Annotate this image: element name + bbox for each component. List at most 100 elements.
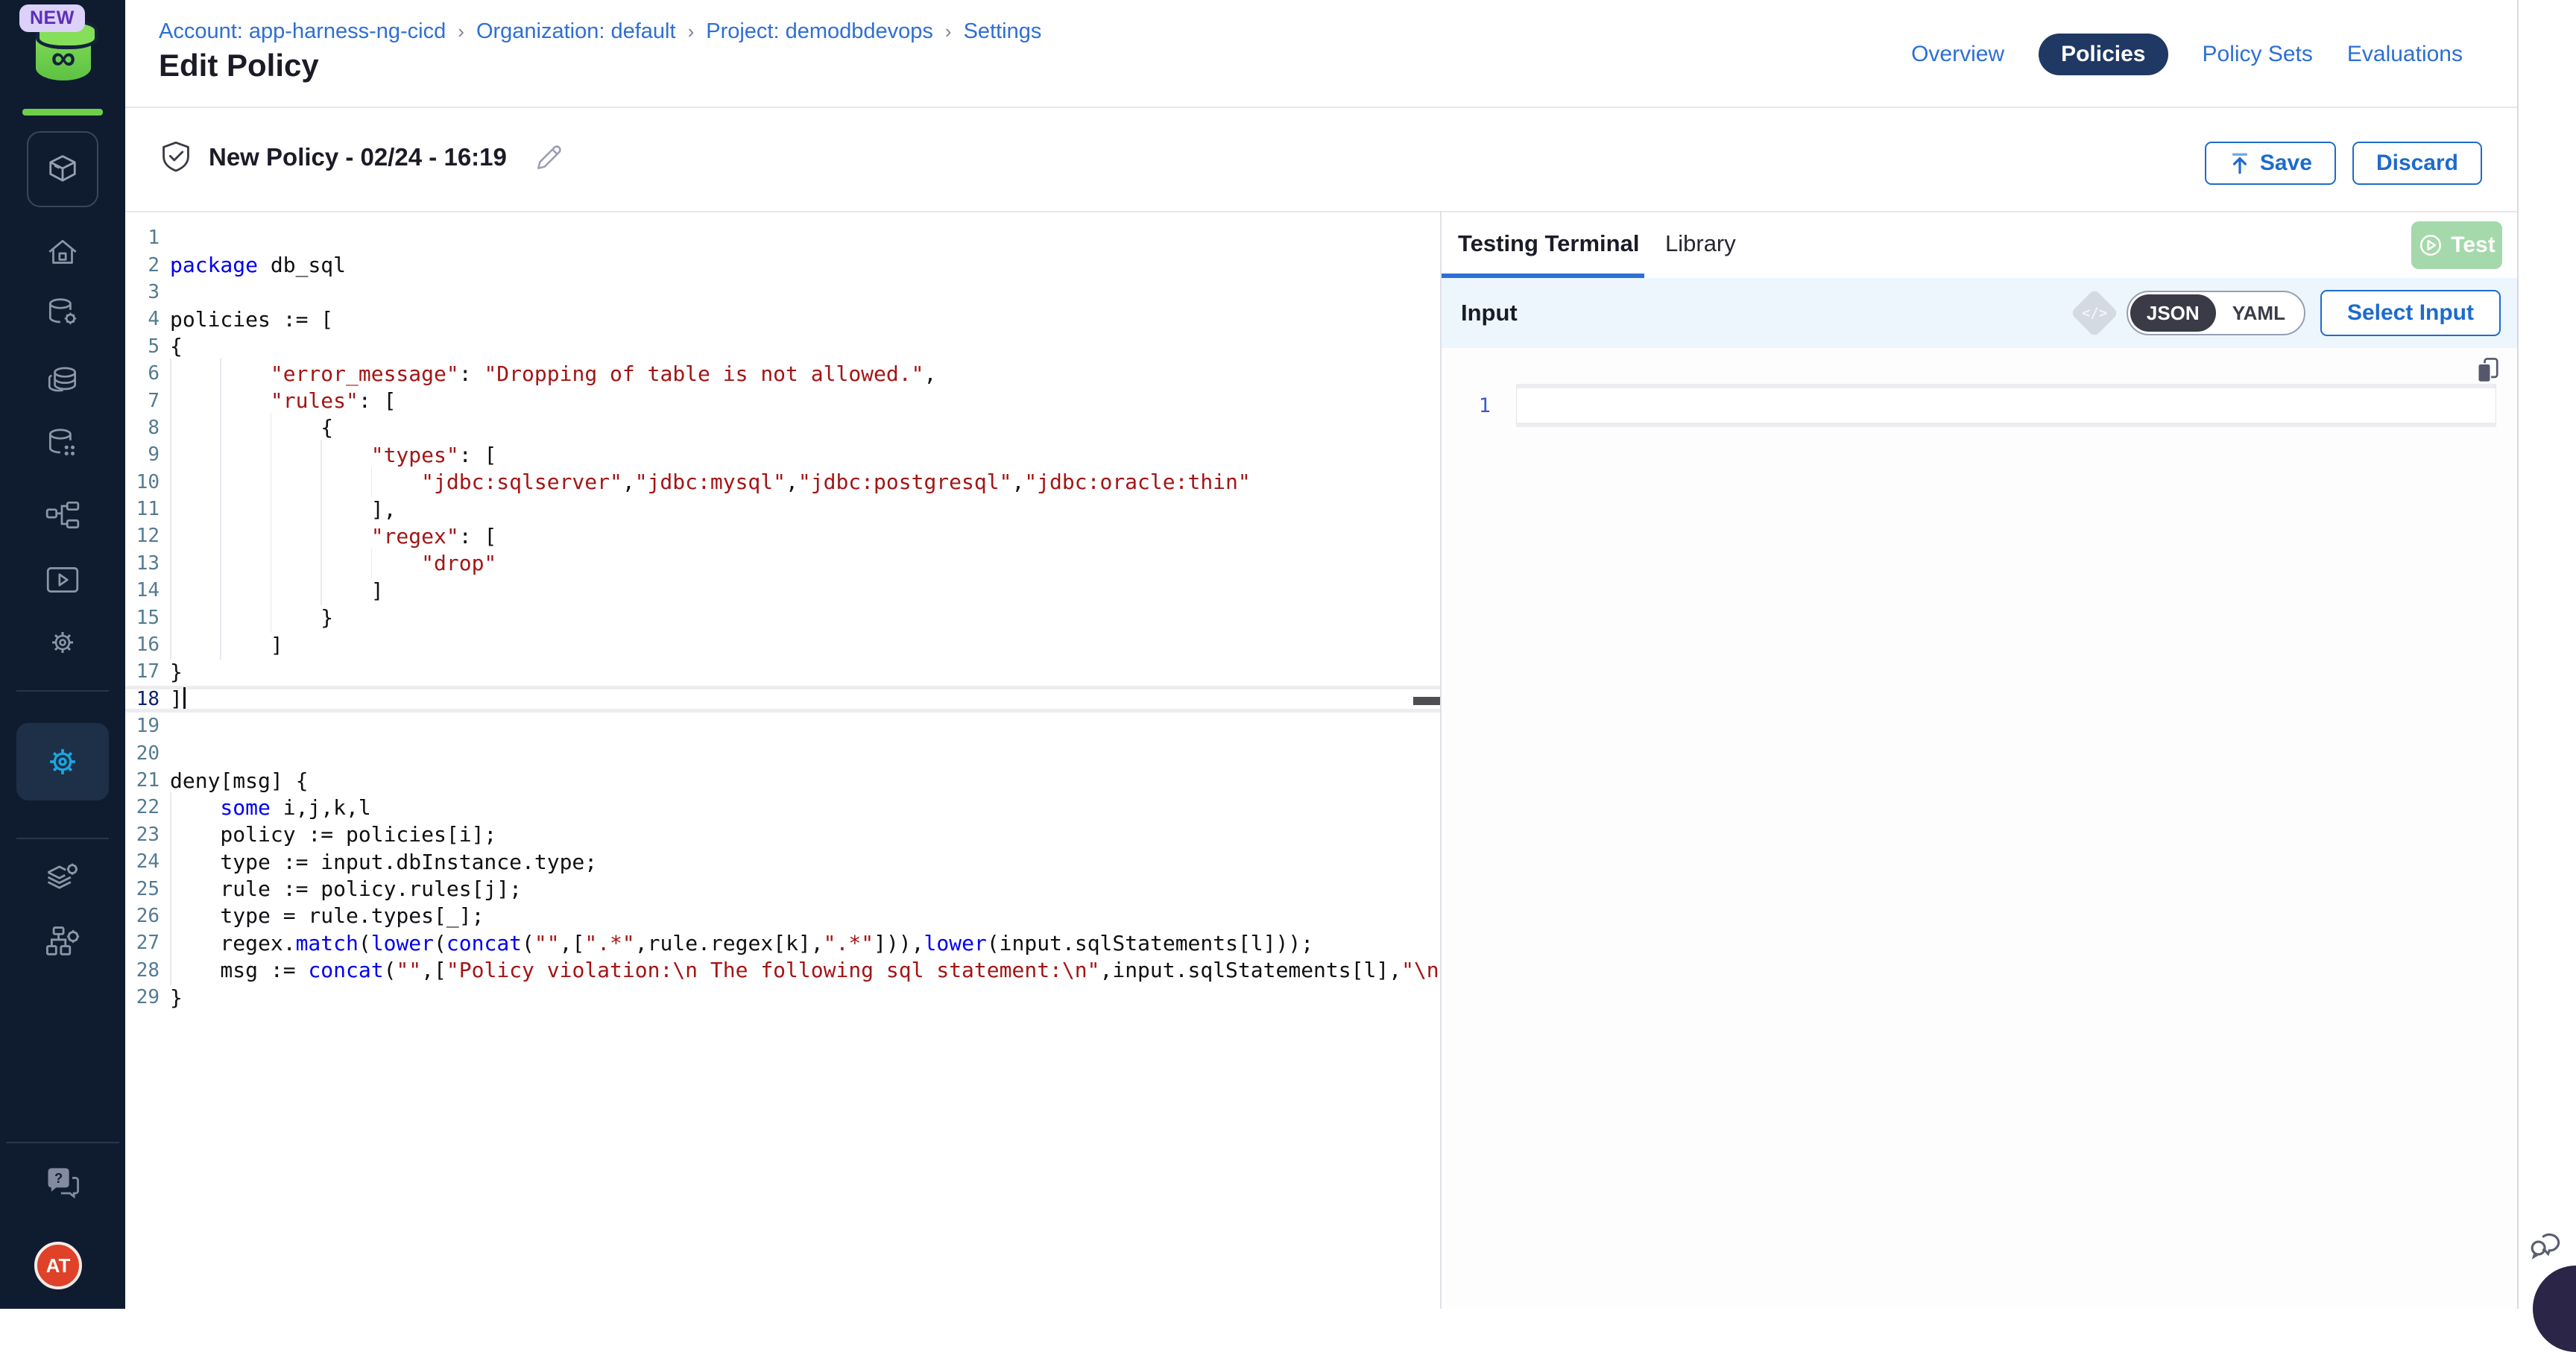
save-button[interactable]: Save bbox=[2205, 142, 2336, 185]
indent-guide bbox=[170, 494, 171, 524]
toggle-json[interactable]: JSON bbox=[2130, 294, 2216, 332]
code-line-18[interactable]: 18] bbox=[125, 686, 1440, 713]
edit-policy-name-button[interactable] bbox=[534, 142, 565, 173]
code-line-28[interactable]: 28msg := concat("",["Policy violation:\n… bbox=[125, 957, 1440, 984]
line-number: 9 bbox=[125, 443, 160, 466]
sidebar-item-help[interactable]: ? bbox=[43, 1166, 82, 1201]
testing-panel: Testing Terminal Library Test Input </> … bbox=[1442, 212, 2517, 1309]
line-content: type = rule.types[_]; bbox=[170, 903, 484, 929]
code-line-23[interactable]: 23policy := policies[i]; bbox=[125, 821, 1440, 848]
breadcrumb-item[interactable]: Project: demodbdevops bbox=[706, 19, 933, 44]
breadcrumb-item[interactable]: Organization: default bbox=[476, 19, 676, 44]
header-divider bbox=[125, 107, 2517, 108]
indent-guide bbox=[271, 413, 272, 443]
indent-guide bbox=[220, 549, 221, 578]
nav-overview[interactable]: Overview bbox=[1911, 42, 2004, 67]
format-toggle[interactable]: JSON YAML bbox=[2127, 291, 2305, 335]
indent-guide bbox=[220, 440, 221, 470]
sidebar-item-database-stack[interactable] bbox=[43, 361, 82, 399]
test-button[interactable]: Test bbox=[2411, 221, 2502, 269]
user-avatar[interactable]: AT bbox=[34, 1242, 82, 1289]
indent-guide bbox=[220, 630, 221, 660]
logo-underline bbox=[22, 109, 103, 116]
toggle-yaml[interactable]: YAML bbox=[2216, 294, 2302, 332]
code-line-26[interactable]: 26type = rule.types[_]; bbox=[125, 903, 1440, 929]
input-line-number: 1 bbox=[1442, 394, 1491, 417]
indent-guide bbox=[220, 602, 221, 632]
hierarchy-icon bbox=[44, 499, 81, 532]
indent-guide bbox=[170, 847, 171, 876]
code-line-6[interactable]: 6"error_message": "Dropping of table is … bbox=[125, 360, 1440, 387]
discard-button[interactable]: Discard bbox=[2352, 142, 2482, 185]
code-line-10[interactable]: 10"jdbc:sqlserver","jdbc:mysql","jdbc:po… bbox=[125, 469, 1440, 496]
breadcrumb-separator: › bbox=[945, 20, 952, 43]
sidebar-item-database-instances[interactable] bbox=[44, 425, 81, 462]
code-line-21[interactable]: 21deny[msg] { bbox=[125, 767, 1440, 794]
sidebar-item-layers-settings[interactable] bbox=[43, 859, 82, 895]
sidebar-item-hierarchy[interactable] bbox=[44, 499, 81, 532]
code-line-17[interactable]: 17} bbox=[125, 658, 1440, 685]
code-line-29[interactable]: 29} bbox=[125, 984, 1440, 1011]
select-input-button[interactable]: Select Input bbox=[2320, 290, 2501, 336]
code-line-22[interactable]: 22some i,j,k,l bbox=[125, 794, 1440, 821]
text-cursor bbox=[183, 687, 186, 711]
line-number: 16 bbox=[125, 634, 160, 656]
code-line-15[interactable]: 15} bbox=[125, 604, 1440, 631]
code-line-27[interactable]: 27regex.match(lower(concat("",[".*",rule… bbox=[125, 929, 1440, 956]
chat-widget-corner[interactable] bbox=[2533, 1266, 2576, 1352]
code-line-12[interactable]: 12"regex": [ bbox=[125, 522, 1440, 549]
sidebar-item-project-settings-active[interactable] bbox=[16, 723, 109, 800]
line-content: msg := concat("",["Policy violation:\n T… bbox=[170, 957, 1440, 984]
line-number: 24 bbox=[125, 850, 160, 873]
tab-library[interactable]: Library bbox=[1665, 230, 1736, 257]
line-content: } bbox=[170, 984, 183, 1011]
indent-guide bbox=[321, 575, 322, 605]
nav-policy-sets[interactable]: Policy Sets bbox=[2203, 42, 2313, 67]
code-line-8[interactable]: 8{ bbox=[125, 414, 1440, 441]
input-label: Input bbox=[1461, 300, 1518, 326]
input-editor[interactable]: 1 bbox=[1442, 348, 2517, 1309]
gear-icon bbox=[45, 625, 80, 660]
tab-testing-terminal[interactable]: Testing Terminal bbox=[1458, 230, 1639, 257]
code-line-25[interactable]: 25rule := policy.rules[j]; bbox=[125, 875, 1440, 902]
copy-icon[interactable] bbox=[2474, 356, 2502, 385]
code-line-19[interactable]: 19 bbox=[125, 713, 1440, 739]
breadcrumb-separator: › bbox=[458, 20, 464, 43]
code-line-2[interactable]: 2package db_sql bbox=[125, 251, 1440, 278]
sidebar-item-home[interactable] bbox=[44, 235, 81, 272]
indent-guide bbox=[170, 955, 171, 985]
nav-evaluations[interactable]: Evaluations bbox=[2347, 42, 2463, 67]
code-line-24[interactable]: 24type := input.dbInstance.type; bbox=[125, 848, 1440, 875]
policy-code-editor[interactable]: 12package db_sql34policies := [5{6"error… bbox=[125, 212, 1440, 1309]
sidebar-item-org-settings[interactable] bbox=[43, 923, 82, 959]
code-line-11[interactable]: 11], bbox=[125, 496, 1440, 522]
line-number: 1 bbox=[125, 227, 160, 249]
breadcrumb-item[interactable]: Account: app-harness-ng-cicd bbox=[159, 19, 446, 44]
save-label: Save bbox=[2260, 151, 2312, 176]
input-bar: Input </> JSON YAML Select Input bbox=[1442, 278, 2517, 348]
code-line-5[interactable]: 5{ bbox=[125, 333, 1440, 360]
indent-guide bbox=[170, 630, 171, 660]
code-line-1[interactable]: 1 bbox=[125, 224, 1440, 251]
sidebar-item-database-settings[interactable] bbox=[44, 294, 81, 332]
indent-guide bbox=[170, 575, 171, 605]
code-line-4[interactable]: 4policies := [ bbox=[125, 306, 1440, 332]
chat-bubbles-icon[interactable] bbox=[2528, 1225, 2568, 1264]
code-line-14[interactable]: 14] bbox=[125, 577, 1440, 604]
input-current-line[interactable] bbox=[1516, 384, 2496, 427]
sidebar-item-settings[interactable] bbox=[45, 625, 80, 660]
nav-policies[interactable]: Policies bbox=[2039, 34, 2168, 75]
code-line-20[interactable]: 20 bbox=[125, 739, 1440, 766]
indent-guide bbox=[271, 440, 272, 470]
layers-gear-icon bbox=[43, 859, 82, 895]
code-line-3[interactable]: 3 bbox=[125, 279, 1440, 306]
help-chat-icon: ? bbox=[43, 1166, 82, 1201]
code-line-13[interactable]: 13"drop" bbox=[125, 550, 1440, 577]
sidebar-item-executions[interactable] bbox=[44, 563, 81, 596]
indent-guide bbox=[170, 874, 171, 903]
breadcrumb-item[interactable]: Settings bbox=[964, 19, 1042, 44]
code-line-9[interactable]: 9"types": [ bbox=[125, 441, 1440, 468]
code-line-7[interactable]: 7"rules": [ bbox=[125, 387, 1440, 414]
module-selector-button[interactable] bbox=[27, 131, 98, 207]
code-line-16[interactable]: 16] bbox=[125, 631, 1440, 658]
